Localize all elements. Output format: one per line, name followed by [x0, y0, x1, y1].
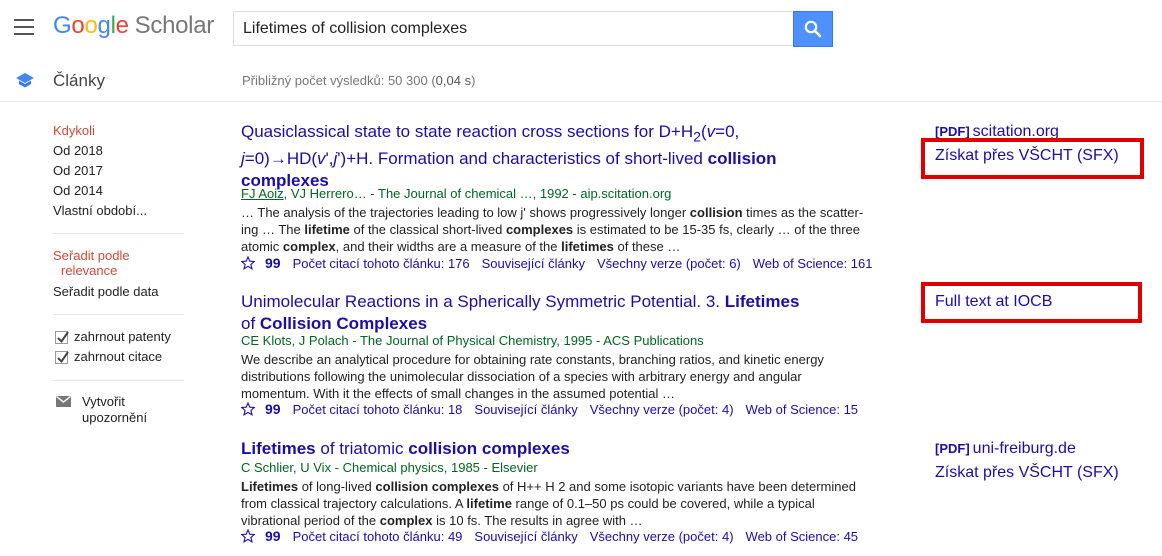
search-icon [804, 20, 822, 38]
related-articles-link[interactable]: Související články [474, 529, 577, 544]
quote-icon[interactable]: 99 [265, 255, 281, 271]
quote-icon[interactable]: 99 [265, 528, 281, 544]
sort-date[interactable]: Seřadit podle data [53, 284, 159, 299]
highlight-box [921, 282, 1142, 323]
web-of-science-link[interactable]: Web of Science: 161 [753, 256, 873, 271]
result-snippet: … The analysis of the trajectories leadi… [241, 205, 864, 254]
divider [53, 314, 184, 315]
result-title[interactable]: Lifetimes of triatomic collision complex… [241, 438, 801, 460]
result-actions: 99 Počet citací tohoto článku: 49 Souvis… [241, 528, 870, 544]
search-box [233, 11, 792, 46]
sort-relevance[interactable]: Seřadit podle relevance [53, 248, 130, 278]
filter-since-2017[interactable]: Od 2017 [53, 163, 103, 178]
web-of-science-link[interactable]: Web of Science: 45 [746, 529, 859, 544]
articles-icon [16, 73, 34, 88]
star-icon[interactable] [241, 402, 255, 416]
quote-icon[interactable]: 99 [265, 401, 281, 417]
checkmark-icon [57, 351, 69, 364]
create-alert[interactable]: Vytvořit upozornění [82, 394, 147, 426]
all-versions-link[interactable]: Všechny verze (počet: 4) [590, 529, 734, 544]
related-articles-link[interactable]: Související články [474, 402, 577, 417]
fulltext-link[interactable]: Získat přes VŠCHT (SFX) [935, 464, 1119, 482]
checkmark-icon [57, 331, 69, 344]
results-count: Přibližný počet výsledků: 50 300 (0,04 s… [242, 73, 476, 88]
search-input[interactable] [234, 12, 792, 45]
filter-since-2018[interactable]: Od 2018 [53, 143, 103, 158]
result-snippet: Lifetimes of long-lived collision comple… [241, 479, 856, 528]
result-title[interactable]: Quasiclassical state to state reaction c… [241, 121, 801, 192]
include-patents-checkbox[interactable] [55, 331, 69, 344]
subheader [0, 58, 1162, 102]
filter-since-2014[interactable]: Od 2014 [53, 183, 103, 198]
divider [53, 233, 184, 234]
all-versions-link[interactable]: Všechny verze (počet: 4) [590, 402, 734, 417]
divider [53, 380, 184, 381]
section-label: Články [53, 71, 105, 90]
highlight-box [921, 138, 1144, 179]
filter-anytime[interactable]: Kdykoli [53, 123, 95, 138]
related-articles-link[interactable]: Související články [482, 256, 585, 271]
result-authors: FJ Aoiz, VJ Herrero… - The Journal of ch… [241, 186, 672, 201]
star-icon[interactable] [241, 529, 255, 543]
include-citations-label[interactable]: zahrnout citace [74, 349, 162, 364]
web-of-science-link[interactable]: Web of Science: 15 [746, 402, 859, 417]
result-authors: C Schlier, U Vix - Chemical physics, 198… [241, 460, 538, 475]
menu-icon[interactable] [14, 19, 34, 35]
pdf-link[interactable]: [PDF] uni-freiburg.de [935, 440, 1076, 458]
cited-by-link[interactable]: Počet citací tohoto článku: 18 [293, 402, 463, 417]
all-versions-link[interactable]: Všechny verze (počet: 6) [597, 256, 741, 271]
logo[interactable]: Google Scholar [53, 12, 214, 40]
result-authors: CE Klots, J Polach - The Journal of Phys… [241, 333, 704, 348]
search-button[interactable] [793, 11, 833, 47]
include-patents-label[interactable]: zahrnout patenty [74, 329, 171, 344]
cited-by-link[interactable]: Počet citací tohoto článku: 49 [293, 529, 463, 544]
include-citations-checkbox[interactable] [55, 351, 69, 364]
result-snippet: We describe an analytical procedure for … [241, 352, 824, 401]
result-actions: 99 Počet citací tohoto článku: 176 Souvi… [241, 255, 885, 271]
star-icon[interactable] [241, 256, 255, 270]
envelope-icon [56, 396, 71, 407]
result-actions: 99 Počet citací tohoto článku: 18 Souvis… [241, 401, 870, 417]
cited-by-link[interactable]: Počet citací tohoto článku: 176 [293, 256, 470, 271]
filter-custom-range[interactable]: Vlastní období... [53, 203, 147, 218]
result-title[interactable]: Unimolecular Reactions in a Spherically … [241, 291, 801, 335]
